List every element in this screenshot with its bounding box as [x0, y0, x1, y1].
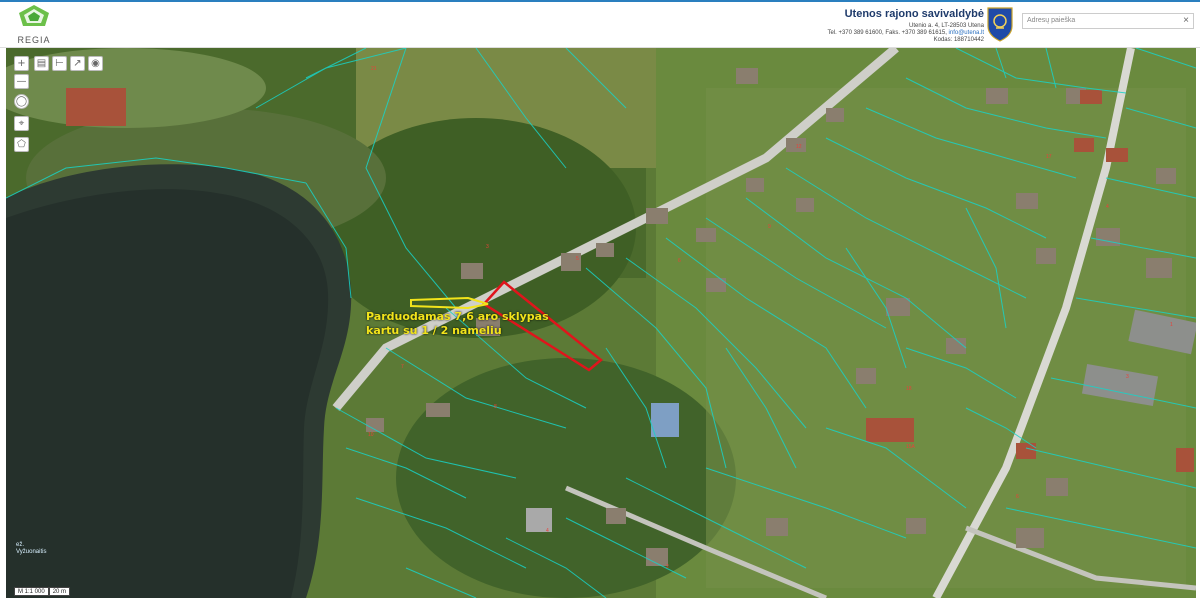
lake-label-1: ež.	[16, 542, 25, 548]
compass-button[interactable]: ◯	[14, 94, 29, 109]
municipality-contacts: Tel. +370 389 61600, Faks. +370 389 6161…	[827, 30, 984, 37]
svg-text:21: 21	[371, 66, 377, 72]
scale-ratio: M 1:1 000	[14, 587, 49, 596]
svg-text:1: 1	[1170, 322, 1173, 328]
scale-bar: M 1:1 000 20 m	[14, 587, 71, 596]
zoom-in-button[interactable]: +	[14, 56, 29, 71]
phone-line: Tel. +370 389 61600, Faks. +370 389 6161…	[827, 30, 949, 36]
svg-text:2: 2	[666, 564, 669, 570]
regia-logo[interactable]: REGIA	[14, 4, 54, 48]
full-extent-button[interactable]: ⌖	[14, 116, 29, 131]
svg-text:18: 18	[906, 386, 912, 392]
zoom-out-label: —	[16, 76, 27, 87]
email-link[interactable]: info@utena.lt	[949, 30, 984, 36]
zoom-out-button[interactable]: —	[14, 74, 29, 89]
svg-text:4: 4	[1106, 204, 1109, 210]
svg-text:7: 7	[401, 364, 404, 370]
svg-text:17: 17	[1046, 154, 1052, 160]
close-icon[interactable]: ×	[1183, 15, 1189, 26]
draw-button[interactable]: ⬠	[14, 137, 29, 152]
municipality-info: Utenos rajono savivaldybė Utenio a. 4, L…	[827, 8, 984, 44]
measure-button[interactable]: ⊢	[52, 56, 67, 71]
svg-text:8: 8	[494, 404, 497, 410]
svg-text:4: 4	[546, 528, 549, 534]
aerial-map: 21 3 5 6 9 12 17 4 1 3 18 6 2 4 7 8 10 15A	[6, 48, 1196, 598]
svg-text:9: 9	[768, 224, 771, 230]
locate-button[interactable]: ◉	[88, 56, 103, 71]
municipality-address: Utenio a. 4, LT-28503 Utena	[909, 23, 984, 29]
svg-text:12: 12	[796, 144, 802, 150]
layers-icon: ▤	[36, 58, 47, 69]
lake-label-2: Vyžuonaitis	[16, 549, 47, 555]
svg-text:5: 5	[576, 256, 579, 262]
municipality-name: Utenos rajono savivaldybė	[844, 8, 984, 20]
export-icon: ↗	[73, 58, 82, 69]
svg-text:6: 6	[1016, 494, 1019, 500]
regia-logo-icon	[19, 5, 49, 26]
municipality-code: Kodas: 188710442	[933, 37, 984, 43]
layers-button[interactable]: ▤	[34, 56, 49, 71]
target-icon: ◉	[91, 58, 100, 69]
svg-text:3: 3	[1126, 374, 1129, 380]
scale-length: 20 m	[48, 587, 71, 596]
search-placeholder: Adresų paieška	[1027, 17, 1076, 24]
svg-text:10: 10	[368, 432, 374, 438]
coat-of-arms-icon	[987, 7, 1013, 42]
polygon-icon: ⬠	[17, 139, 26, 150]
svg-text:15A: 15A	[906, 444, 916, 450]
crosshair-icon: ⌖	[18, 118, 25, 129]
export-button[interactable]: ↗	[70, 56, 85, 71]
svg-text:3: 3	[486, 244, 489, 250]
svg-text:6: 6	[678, 258, 681, 264]
annotation-line-1: Parduodamas 7,6 aro sklypas	[366, 310, 549, 323]
map-view[interactable]: 21 3 5 6 9 12 17 4 1 3 18 6 2 4 7 8 10 15A + — ▤ ⊢ ↗…	[6, 48, 1196, 598]
sale-annotation: Parduodamas 7,6 aro sklypas kartu su 1 /…	[366, 310, 549, 338]
annotation-line-2: kartu su 1 / 2 nameliu	[366, 324, 502, 337]
address-search-input[interactable]: Adresų paieška ×	[1022, 13, 1194, 29]
lake-label: ež. Vyžuonaitis	[16, 542, 46, 556]
top-bar: REGIA Utenos rajono savivaldybė Utenio a…	[0, 0, 1200, 48]
zoom-in-label: +	[17, 58, 26, 69]
compass-icon: ◯	[15, 96, 28, 107]
ruler-icon: ⊢	[55, 58, 64, 69]
logo-text: REGIA	[17, 35, 51, 45]
